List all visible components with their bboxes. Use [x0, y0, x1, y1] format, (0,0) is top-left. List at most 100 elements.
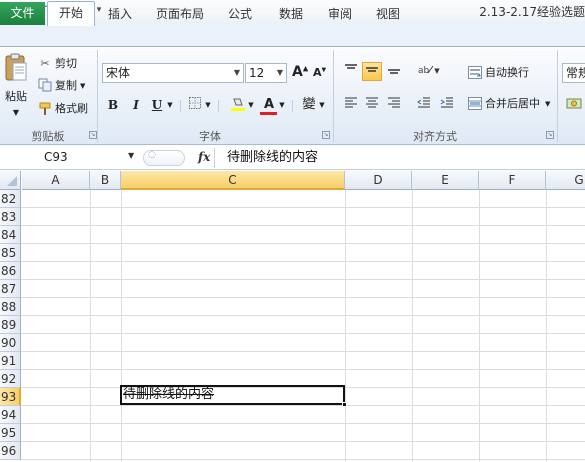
- name-box-dropdown-icon[interactable]: ▼: [128, 151, 134, 160]
- row-header-94[interactable]: 94: [0, 406, 21, 424]
- select-all-corner[interactable]: [0, 171, 21, 190]
- fill-handle[interactable]: [342, 402, 347, 407]
- shrink-font-button[interactable]: A▼: [313, 66, 326, 79]
- grow-arrow-icon: ▲: [302, 64, 309, 73]
- grow-font-label: A: [292, 64, 303, 80]
- italic-button[interactable]: I: [127, 96, 145, 114]
- formula-input[interactable]: 待删除线的内容: [214, 148, 585, 168]
- font-name-box[interactable]: 宋体 ▼: [102, 63, 244, 83]
- border-icon[interactable]: [186, 96, 204, 114]
- tab-view[interactable]: 视图: [369, 3, 407, 25]
- copy-button[interactable]: 复制: [55, 78, 77, 94]
- tab-data[interactable]: 数据: [272, 3, 310, 25]
- font-group-label: 字体: [199, 130, 221, 143]
- orientation-dropdown-icon[interactable]: ▼: [433, 62, 441, 81]
- active-cell-c93[interactable]: [120, 385, 347, 407]
- chevron-down-icon[interactable]: ▼: [234, 64, 240, 82]
- paste-dropdown-icon[interactable]: ▼: [2, 105, 30, 121]
- align-right-icon[interactable]: [384, 95, 404, 114]
- font-launcher-icon[interactable]: ↘: [322, 131, 330, 139]
- fill-color-dropdown-icon[interactable]: ▼: [247, 96, 255, 114]
- increase-indent-icon[interactable]: [437, 95, 457, 114]
- row-header-88[interactable]: 88: [0, 298, 21, 316]
- grow-font-button[interactable]: A▲: [292, 64, 308, 80]
- tab-formulas[interactable]: 公式: [221, 3, 259, 25]
- gridline-vertical: [90, 190, 91, 462]
- column-header-b[interactable]: B: [90, 171, 121, 190]
- tab-home[interactable]: 开始: [47, 1, 95, 26]
- row-header-96[interactable]: 96: [0, 442, 21, 460]
- alignment-launcher-icon[interactable]: ↘: [546, 131, 554, 139]
- cut-icon[interactable]: ✂: [38, 57, 52, 71]
- column-header-c[interactable]: C: [121, 171, 345, 190]
- number-format-box[interactable]: 常规: [562, 63, 585, 83]
- align-top-icon[interactable]: [341, 62, 361, 81]
- gridline-horizontal: [21, 405, 585, 406]
- underline-dropdown-icon[interactable]: ▼: [166, 96, 174, 114]
- alignment-group-label: 对齐方式: [413, 130, 457, 143]
- insert-function-icon[interactable]: fx: [198, 150, 210, 164]
- underline-button[interactable]: U: [148, 96, 166, 114]
- column-header-f[interactable]: F: [479, 171, 546, 190]
- merge-center-button[interactable]: 合并后居中: [485, 96, 540, 112]
- currency-format-icon[interactable]: [566, 96, 582, 113]
- column-header-e[interactable]: E: [412, 171, 479, 190]
- align-left-icon[interactable]: [341, 95, 361, 114]
- row-header-93[interactable]: 93: [0, 388, 21, 406]
- gridline-vertical: [479, 190, 480, 462]
- cut-button[interactable]: 剪切: [55, 56, 77, 72]
- align-middle-icon[interactable]: [362, 62, 382, 81]
- column-header-d[interactable]: D: [345, 171, 412, 190]
- row-header-85[interactable]: 85: [0, 244, 21, 262]
- group-separator: [333, 50, 334, 142]
- paste-icon[interactable]: [4, 52, 28, 86]
- paste-button[interactable]: 粘贴: [2, 89, 30, 105]
- phonetic-dropdown-icon[interactable]: ▼: [318, 96, 326, 114]
- row-header-83[interactable]: 83: [0, 208, 21, 226]
- row-header-82[interactable]: 82: [0, 190, 21, 208]
- border-dropdown-icon[interactable]: ▼: [204, 96, 212, 114]
- wrap-text-button[interactable]: 自动换行: [485, 65, 529, 81]
- row-header-87[interactable]: 87: [0, 280, 21, 298]
- align-center-icon[interactable]: [362, 95, 382, 114]
- font-separator: [180, 100, 181, 112]
- row-header-92[interactable]: 92: [0, 370, 21, 388]
- chevron-down-icon[interactable]: ▼: [277, 64, 283, 82]
- tab-page-layout[interactable]: 页面布局: [152, 3, 208, 25]
- font-name-value: 宋体: [106, 66, 131, 80]
- fill-color-icon[interactable]: [229, 96, 247, 114]
- clipboard-group-label: 剪贴板: [31, 130, 65, 143]
- copy-dropdown-icon[interactable]: ▼: [80, 78, 85, 94]
- name-box[interactable]: C93: [0, 148, 142, 167]
- gridline-horizontal: [21, 225, 585, 226]
- row-header-91[interactable]: 91: [0, 352, 21, 370]
- clipboard-launcher-icon[interactable]: ↘: [89, 131, 97, 139]
- row-header-84[interactable]: 84: [0, 226, 21, 244]
- merge-center-icon[interactable]: [468, 97, 482, 113]
- format-painter-icon[interactable]: [38, 102, 52, 119]
- copy-icon[interactable]: [38, 78, 52, 95]
- font-size-box[interactable]: 12 ▼: [245, 63, 287, 83]
- row-header-90[interactable]: 90: [0, 334, 21, 352]
- format-painter-button[interactable]: 格式刷: [55, 101, 88, 117]
- row-header-95[interactable]: 95: [0, 424, 21, 442]
- gridline-vertical: [121, 190, 122, 462]
- column-header-a[interactable]: A: [22, 171, 90, 190]
- align-bottom-icon[interactable]: [384, 62, 404, 81]
- merge-dropdown-icon[interactable]: ▼: [545, 96, 550, 112]
- font-separator: [292, 100, 293, 112]
- gridline-vertical: [345, 190, 346, 462]
- decrease-indent-icon[interactable]: [414, 95, 434, 114]
- tab-insert[interactable]: 插入: [101, 3, 139, 25]
- document-title: 2.13-2.17经验选题: [479, 5, 585, 19]
- phonetic-button[interactable]: 變: [300, 96, 318, 114]
- wrap-text-icon[interactable]: [468, 66, 482, 82]
- font-color-dropdown-icon[interactable]: ▼: [278, 96, 286, 114]
- tab-review[interactable]: 审阅: [321, 3, 359, 25]
- worksheet-grid[interactable]: [0, 171, 585, 462]
- row-header-89[interactable]: 89: [0, 316, 21, 334]
- column-header-g[interactable]: G: [546, 171, 585, 190]
- row-header-86[interactable]: 86: [0, 262, 21, 280]
- bold-button[interactable]: B: [104, 96, 122, 114]
- tab-file[interactable]: 文件: [0, 2, 45, 25]
